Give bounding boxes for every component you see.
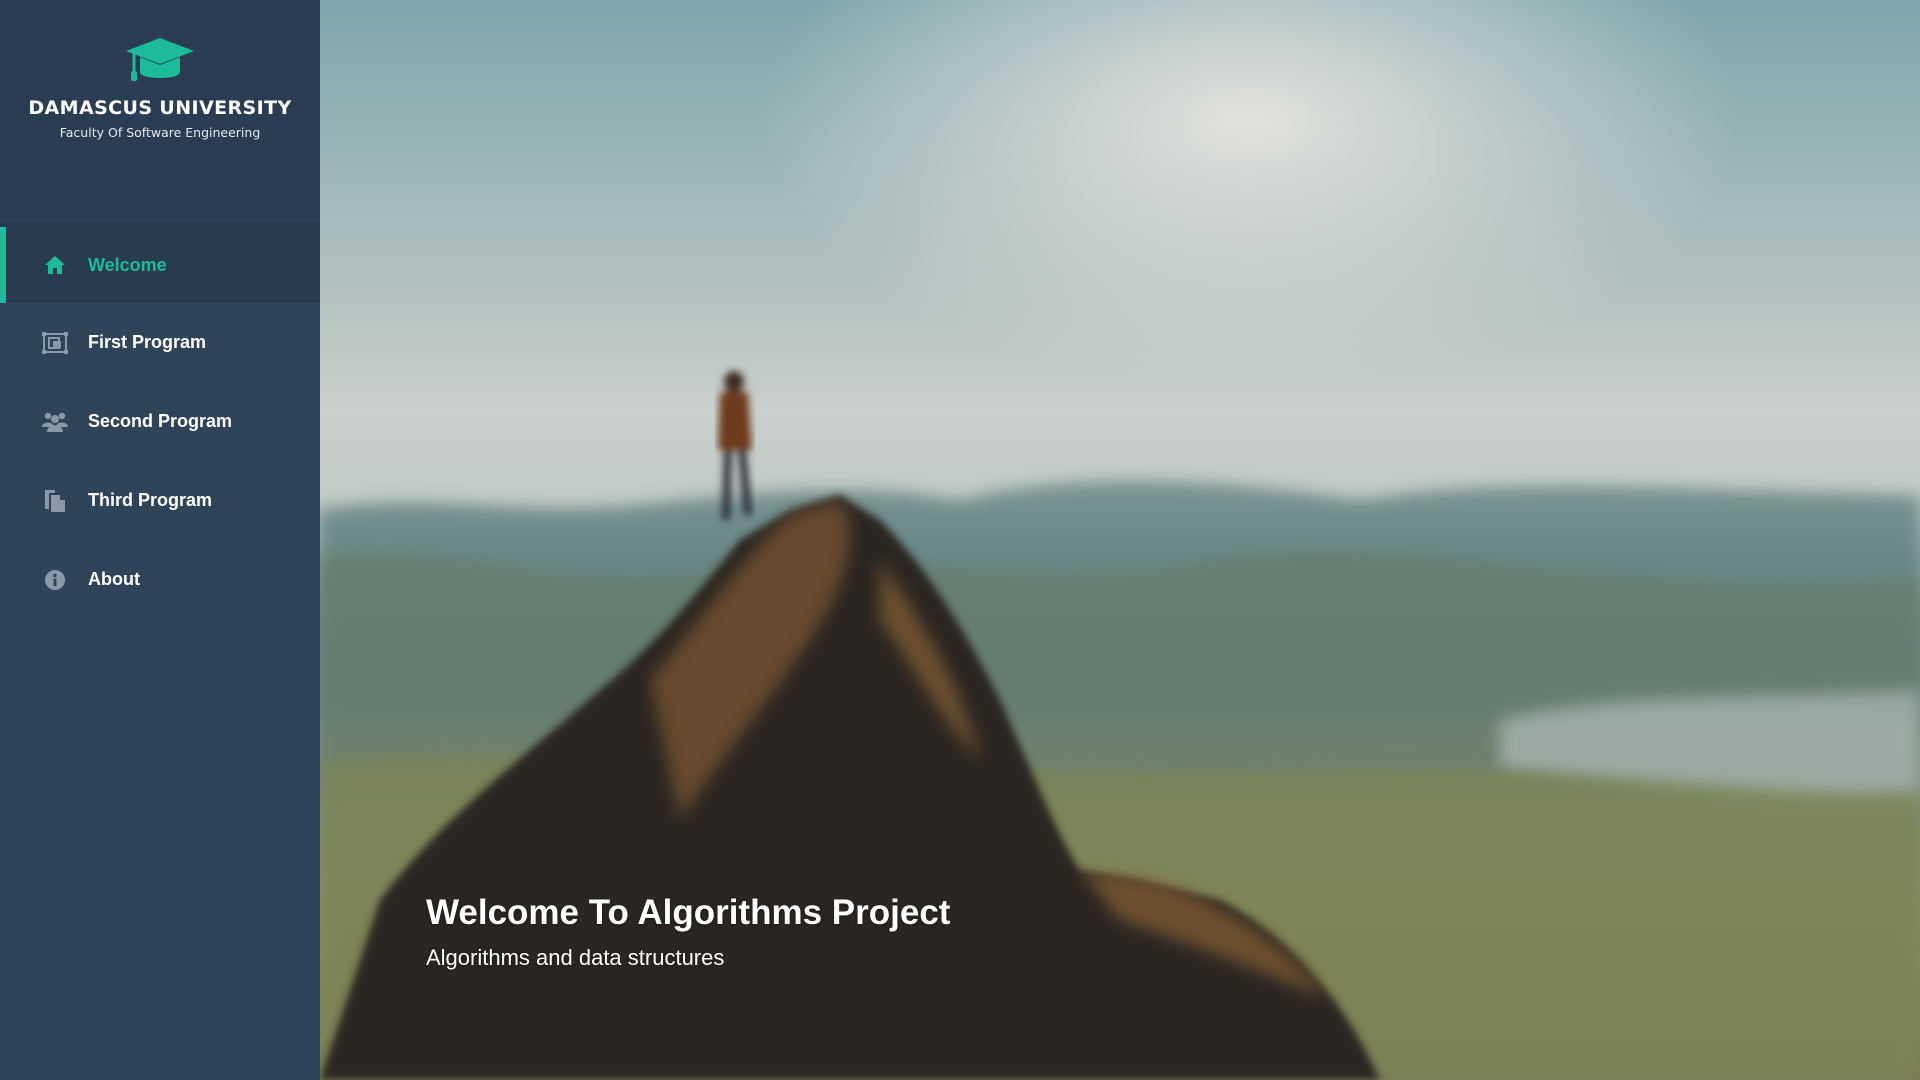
brand-header: DAMASCUS UNIVERSITY Faculty Of Software … [0, 0, 320, 227]
sidebar-item-label: Third Program [88, 490, 213, 510]
users-icon [42, 410, 68, 434]
sidebar-nav: Welcome First Program Second Program Thi… [0, 227, 320, 619]
sidebar-item-welcome[interactable]: Welcome [0, 227, 320, 303]
faculty-name: Faculty Of Software Engineering [59, 125, 261, 140]
hero-section: Welcome To Algorithms Project Algorithms… [320, 0, 1920, 1080]
sidebar-item-label: Second Program [88, 411, 233, 431]
documents-icon [42, 489, 68, 513]
sidebar: DAMASCUS UNIVERSITY Faculty Of Software … [0, 0, 320, 1080]
sidebar-item-first-program[interactable]: First Program [0, 303, 320, 382]
graduation-cap-icon [126, 38, 194, 81]
home-icon [42, 253, 68, 277]
sidebar-item-label: About [88, 569, 140, 589]
sidebar-item-second-program[interactable]: Second Program [0, 382, 320, 461]
hero-title: Welcome To Algorithms Project [426, 893, 951, 932]
hero-subtitle: Algorithms and data structures [426, 945, 725, 970]
sidebar-item-about[interactable]: About [0, 540, 320, 619]
sidebar-item-third-program[interactable]: Third Program [0, 461, 320, 540]
image-frame-icon [42, 331, 68, 355]
hero-text: Welcome To Algorithms Project Algorithms… [426, 893, 950, 971]
sidebar-item-label: Welcome [88, 254, 167, 275]
university-name: DAMASCUS UNIVERSITY [28, 97, 292, 119]
sidebar-item-label: First Program [88, 332, 207, 352]
info-icon [42, 568, 68, 592]
